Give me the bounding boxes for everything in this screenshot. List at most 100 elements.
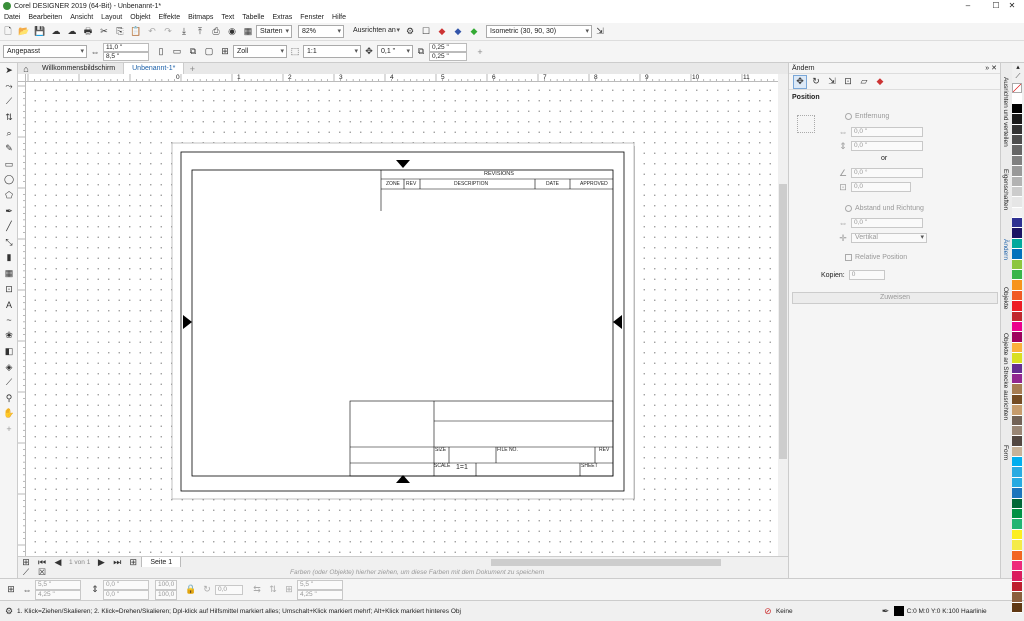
projection-right-icon[interactable]: ◆ (467, 25, 481, 39)
connector-tool-icon[interactable]: ⤡ (0, 235, 18, 251)
crop-tool-icon[interactable]: ⟋ (0, 94, 18, 110)
x-position-field[interactable]: 5,5 " (35, 579, 81, 590)
color-swatch[interactable] (1012, 373, 1022, 385)
color-swatch[interactable] (1012, 238, 1022, 250)
apply-button[interactable]: Zuweisen (792, 292, 998, 304)
direction-radio[interactable] (845, 205, 852, 212)
scale-mirror-mode-icon[interactable]: ⇲ (825, 75, 839, 89)
color-swatch[interactable] (1012, 114, 1022, 125)
minimize-icon[interactable]: – (954, 0, 982, 12)
color-swatch[interactable] (1012, 394, 1022, 406)
palette-scroll-up-icon[interactable]: ▴ (1012, 63, 1024, 73)
rotate-mode-icon[interactable]: ↻ (809, 75, 823, 89)
height-field[interactable]: 0,0 " (103, 589, 149, 600)
paste-icon[interactable]: 📋 (129, 25, 143, 39)
import-icon[interactable]: ⤓ (177, 25, 191, 39)
reference-point-icon[interactable]: ⊞ (4, 583, 18, 597)
save-icon[interactable]: 💾 (33, 25, 47, 39)
mirror-h-icon[interactable]: ⇆ (250, 583, 264, 597)
fill-tool-icon[interactable]: ◈ (0, 359, 18, 375)
duplicate-x-field[interactable]: 0,25 " (429, 42, 467, 52)
y-position-field[interactable]: 4,25 " (35, 589, 81, 600)
zoom-tool-icon[interactable]: ⌕ (0, 125, 18, 141)
color-swatch[interactable] (1012, 228, 1022, 239)
color-swatch[interactable] (1012, 207, 1022, 219)
corel-connect-icon[interactable]: ◉ (225, 25, 239, 39)
color-swatch[interactable] (1012, 332, 1022, 343)
drawing-canvas[interactable]: REVISIONS ZONE REV DESCRIPTION DATE APPR… (26, 82, 778, 556)
export-icon[interactable]: ⤒ (193, 25, 207, 39)
settings-gear-icon[interactable]: ⚙ (403, 25, 417, 39)
vertical-scroll-thumb[interactable] (779, 184, 787, 459)
color-swatch[interactable] (1012, 540, 1022, 551)
tab-untitled[interactable]: Unbenannt-1* (124, 63, 185, 74)
color-swatch[interactable] (1012, 93, 1022, 104)
color-swatch[interactable] (1012, 405, 1022, 416)
pick-tool-icon[interactable]: ➤ (0, 63, 18, 79)
scale-dropdown[interactable]: 1:1 (303, 45, 361, 58)
color-swatch[interactable] (1012, 581, 1022, 593)
new-document-icon[interactable]: 🗋 (1, 25, 15, 39)
color-swatch[interactable] (1012, 425, 1022, 437)
cloud-upload-icon[interactable]: ☁ (49, 25, 63, 39)
blend-tool-icon[interactable]: ❀ (0, 328, 18, 344)
menu-text[interactable]: Text (217, 12, 238, 23)
frame-icon[interactable]: ☐ (419, 25, 433, 39)
page-size-dropdown[interactable]: Angepasst (3, 45, 87, 58)
status-gear-icon[interactable]: ⚙ (2, 604, 16, 618)
print-icon[interactable]: 🖶 (81, 25, 95, 39)
color-swatch[interactable] (1012, 602, 1022, 613)
color-swatch[interactable] (1012, 280, 1022, 291)
lock-ratio-icon[interactable]: 🔒 (184, 583, 198, 597)
menu-hilfe[interactable]: Hilfe (328, 12, 350, 23)
launcher-icon[interactable]: ▦ (241, 25, 255, 39)
color-swatch[interactable] (1012, 218, 1022, 229)
units-dropdown[interactable]: Zoll (233, 45, 287, 58)
color-swatch[interactable] (1012, 145, 1022, 156)
direction-dropdown[interactable]: Vertikal (851, 233, 927, 243)
relative-position-checkbox[interactable] (845, 254, 852, 261)
color-swatch[interactable] (1012, 457, 1022, 468)
tab-welcome[interactable]: Willkommensbildschirm (34, 63, 125, 74)
color-swatch[interactable] (1012, 166, 1022, 177)
position-mode-icon[interactable]: ✥ (793, 74, 807, 89)
y2-position-field[interactable]: 4,25 " (297, 589, 343, 600)
skew-mode-icon[interactable]: ▱ (857, 75, 871, 89)
copy-icon[interactable]: ⎘ (113, 25, 127, 39)
color-swatch[interactable] (1012, 270, 1022, 281)
rectangle-tool-icon[interactable]: ▭ (0, 157, 18, 173)
docker-tab-objects[interactable]: Objekte (1002, 287, 1009, 309)
menu-layout[interactable]: Layout (97, 12, 126, 23)
current-page-icon[interactable]: ▢ (202, 45, 216, 59)
magnifier-icon[interactable]: ⚲ (0, 390, 18, 406)
table-tool-icon[interactable]: ▦ (0, 266, 18, 282)
docker-tab-align-path[interactable]: Objekte an Strecke ausrichten (1002, 333, 1009, 420)
menu-effekte[interactable]: Effekte (154, 12, 184, 23)
copies-field[interactable]: 0 (848, 270, 885, 280)
publish-pdf-icon[interactable]: ⎙ (209, 25, 223, 39)
horizontal-distance-field[interactable]: 0,0 " (851, 127, 923, 137)
color-swatch[interactable] (1012, 592, 1022, 603)
direction-distance-field[interactable]: 0,0 " (851, 218, 923, 228)
length-field[interactable]: 0,0 (851, 182, 911, 192)
scale-x-field[interactable]: 100,0 (155, 579, 177, 590)
color-swatch[interactable] (1012, 186, 1022, 198)
page-height-field[interactable]: 8,5 " (103, 51, 149, 61)
color-swatch[interactable] (1012, 446, 1022, 458)
pen-tool-icon[interactable]: ✒ (0, 203, 18, 219)
cloud-download-icon[interactable]: ☁ (65, 25, 79, 39)
color-swatch[interactable] (1012, 124, 1022, 135)
menu-extras[interactable]: Extras (268, 12, 296, 23)
menu-datei[interactable]: Datei (0, 12, 24, 23)
duplicate-y-field[interactable]: 0,25 " (429, 51, 467, 61)
color-swatch[interactable] (1012, 342, 1022, 354)
color-swatch[interactable] (1012, 498, 1022, 510)
page-tab[interactable]: Seite 1 (141, 556, 182, 568)
size-mode-icon[interactable]: ⊡ (841, 75, 855, 89)
smart-fill-icon[interactable]: ▮ (0, 250, 18, 266)
menu-ansicht[interactable]: Ansicht (66, 12, 97, 23)
docker-tab-properties[interactable]: Eigenschaften (1002, 169, 1009, 210)
scale-y-field[interactable]: 100,0 (155, 589, 177, 600)
all-pages-icon[interactable]: ⧉ (186, 45, 200, 59)
menu-objekt[interactable]: Objekt (126, 12, 154, 23)
